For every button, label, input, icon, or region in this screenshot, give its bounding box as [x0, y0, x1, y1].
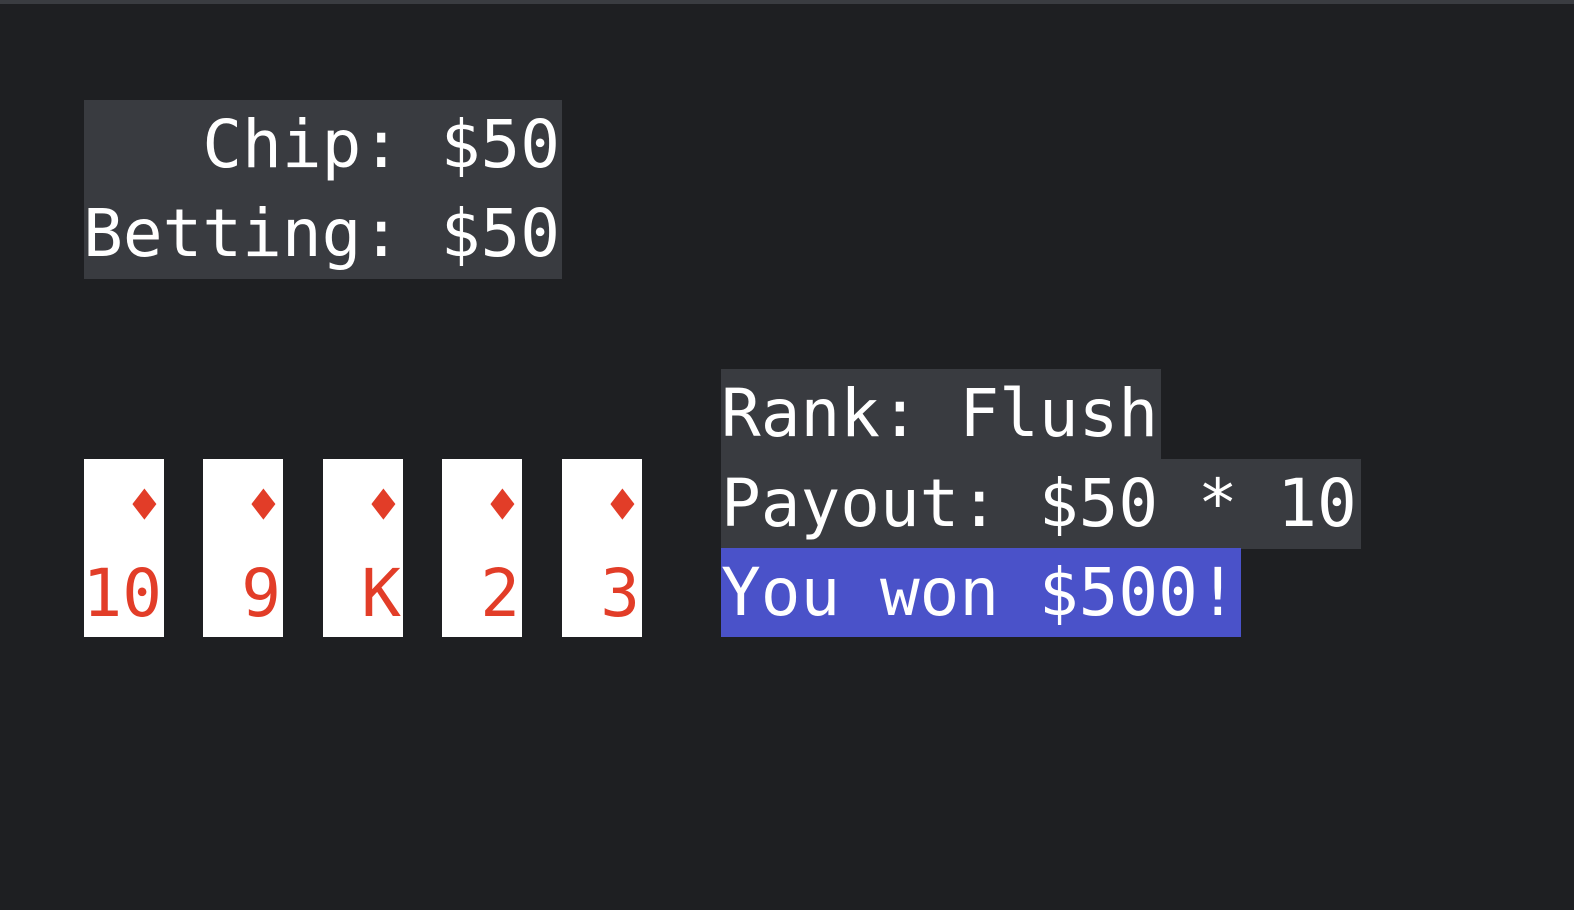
diamond-suit-icon: ♦: [606, 476, 638, 536]
card-2: ♦ 9: [203, 459, 283, 637]
diamond-suit-icon: ♦: [367, 476, 399, 536]
diamond-suit-icon: ♦: [247, 476, 279, 536]
card-5: ♦ 3: [562, 459, 642, 637]
chip-balance: Chip: $50: [202, 106, 560, 183]
diamond-suit-icon: ♦: [486, 476, 518, 536]
card-rank: K: [361, 555, 401, 632]
status-panel: Chip: $50 Betting: $50: [83, 100, 562, 279]
diamond-suit-icon: ♦: [128, 476, 160, 536]
card-1: ♦ 10: [82, 459, 164, 637]
card-rank: 10: [82, 555, 162, 632]
win-message: You won $500!: [721, 548, 1241, 637]
payout-formula: Payout: $50 * 10: [721, 459, 1361, 549]
hand-rank: Rank: Flush: [721, 369, 1161, 459]
card-3: ♦ K: [323, 459, 403, 637]
card-rank: 3: [600, 555, 640, 632]
card-rank: 2: [480, 555, 520, 632]
window-top-border: [0, 0, 1574, 4]
betting-amount: Betting: $50: [83, 195, 560, 272]
card-rank: 9: [241, 555, 281, 632]
card-4: ♦ 2: [442, 459, 522, 637]
